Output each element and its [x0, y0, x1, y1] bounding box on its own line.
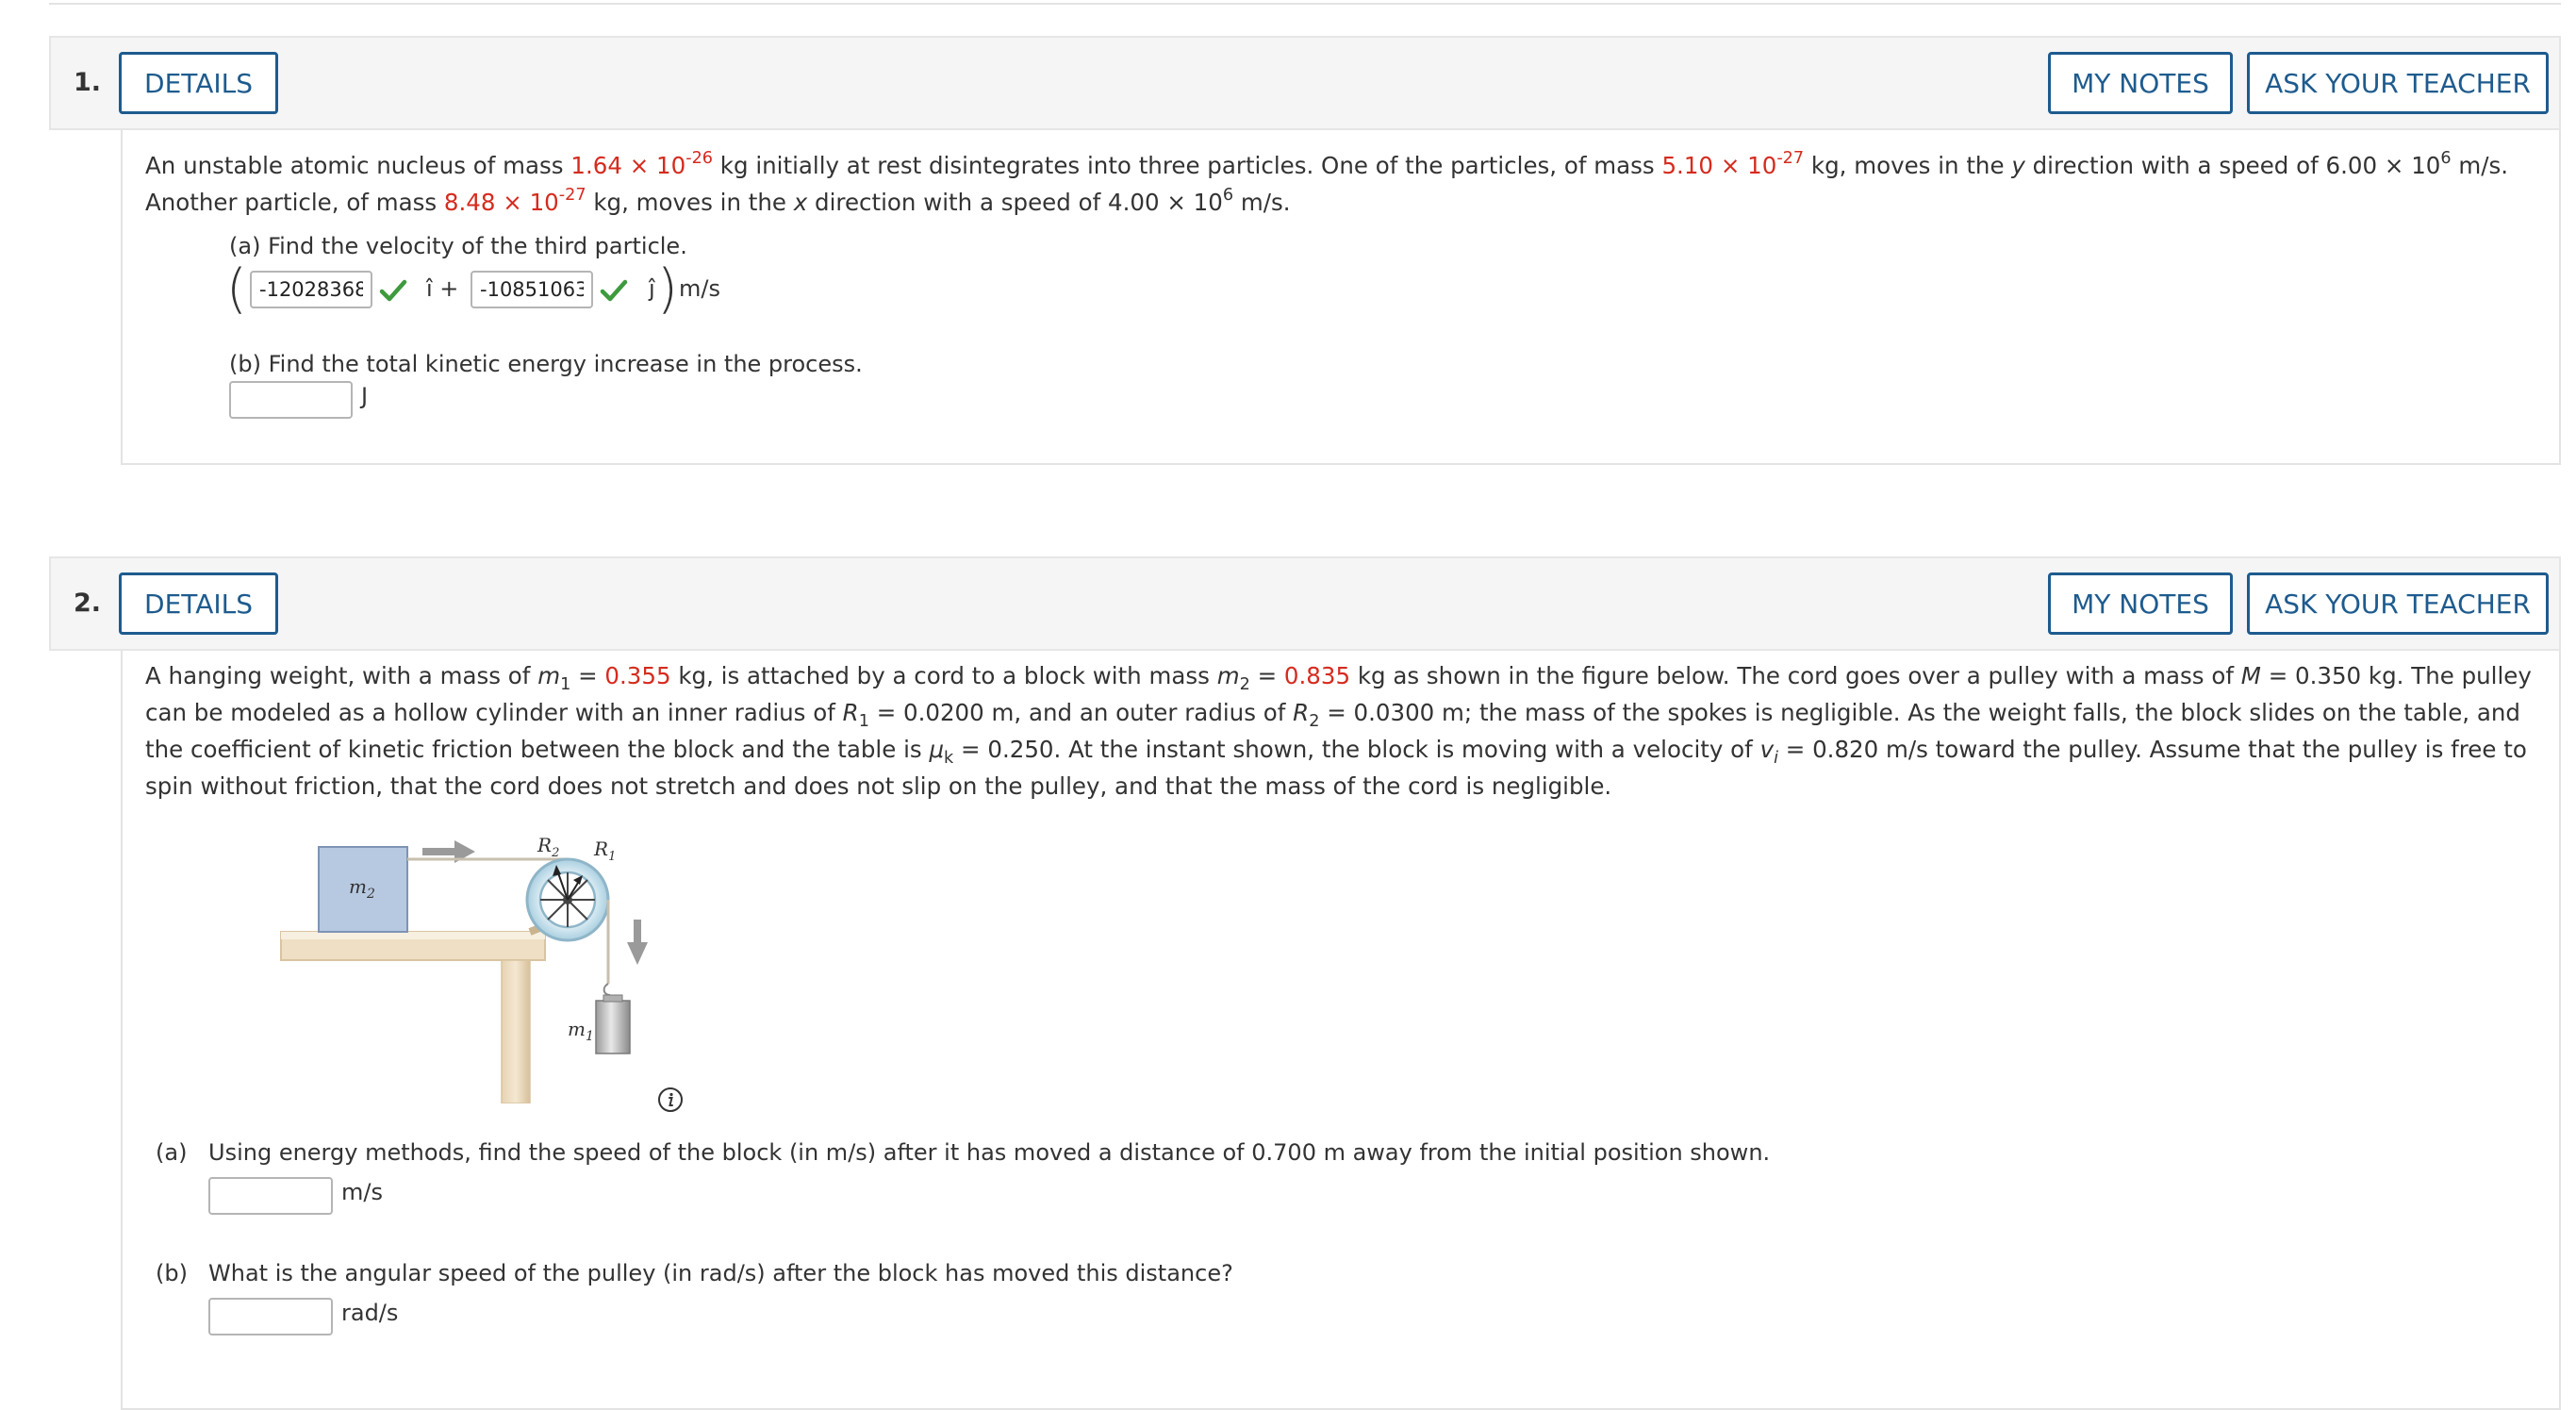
- label-r2: R2: [537, 834, 559, 860]
- q1-ask-teacher-button[interactable]: ASK YOUR TEACHER: [2247, 52, 2549, 114]
- check-icon: [379, 279, 407, 302]
- q2-part-a-label: Using energy methods, find the speed of …: [208, 1139, 1771, 1166]
- q1-i-hat-label: î +: [426, 275, 459, 302]
- q2-details-button[interactable]: DETAILS: [119, 572, 278, 635]
- hanging-weight-m1: [595, 1000, 631, 1054]
- q2-part-b-input[interactable]: [208, 1298, 333, 1335]
- q2-part-a-unit: m/s: [341, 1179, 383, 1205]
- down-arrow-icon: [627, 920, 648, 965]
- q1-mass-one: 5.10 × 10-27: [1661, 149, 1805, 179]
- check-icon: [600, 279, 628, 302]
- q2-part-b-label: What is the angular speed of the pulley …: [208, 1260, 1233, 1286]
- info-icon[interactable]: [657, 1087, 684, 1113]
- q2-number: 2.: [74, 589, 102, 618]
- q1-part-a-unit: m/s: [679, 275, 720, 302]
- q2-ask-teacher-button[interactable]: ASK YOUR TEACHER: [2247, 572, 2549, 635]
- q1-part-a-i-input[interactable]: [250, 271, 372, 308]
- q1-part-a-j-input[interactable]: [471, 271, 593, 308]
- q1-part-a-label: (a) Find the velocity of the third parti…: [229, 233, 687, 259]
- q1-open-paren: (: [226, 258, 247, 320]
- q1-mass-two: 8.48 × 10-27: [443, 186, 586, 216]
- q1-part-b-unit: J: [361, 383, 369, 409]
- table-leg: [501, 959, 531, 1103]
- q1-my-notes-button[interactable]: MY NOTES: [2048, 52, 2233, 114]
- label-r1: R1: [593, 838, 616, 864]
- q1-problem-text: An unstable atomic nucleus of mass 1.64 …: [145, 149, 2509, 216]
- q2-m2-value: 0.835: [1283, 662, 1351, 689]
- q2-part-b-unit: rad/s: [341, 1300, 399, 1326]
- q2-my-notes-button[interactable]: MY NOTES: [2048, 572, 2233, 635]
- q2-part-b-prefix: (b): [156, 1260, 188, 1286]
- q1-part-b-input[interactable]: [229, 381, 353, 419]
- q1-number: 1.: [74, 68, 102, 97]
- q1-part-b-label: (b) Find the total kinetic energy increa…: [229, 351, 863, 377]
- top-divider: [49, 0, 2561, 5]
- pulley-figure: m2 R2 R1 m1: [280, 834, 648, 1103]
- q1-details-button[interactable]: DETAILS: [119, 52, 278, 114]
- q2-part-a-input[interactable]: [208, 1177, 333, 1215]
- q2-problem-text: A hanging weight, with a mass of m1 = 0.…: [145, 662, 2532, 800]
- q1-total-mass: 1.64 × 10-26: [570, 149, 714, 179]
- q2-m1-value: 0.355: [604, 662, 671, 689]
- q2-part-a-prefix: (a): [156, 1139, 188, 1166]
- q1-j-hat-label: ĵ: [649, 275, 655, 302]
- q1-close-paren: ): [657, 258, 678, 320]
- label-m1: m1: [568, 1018, 594, 1044]
